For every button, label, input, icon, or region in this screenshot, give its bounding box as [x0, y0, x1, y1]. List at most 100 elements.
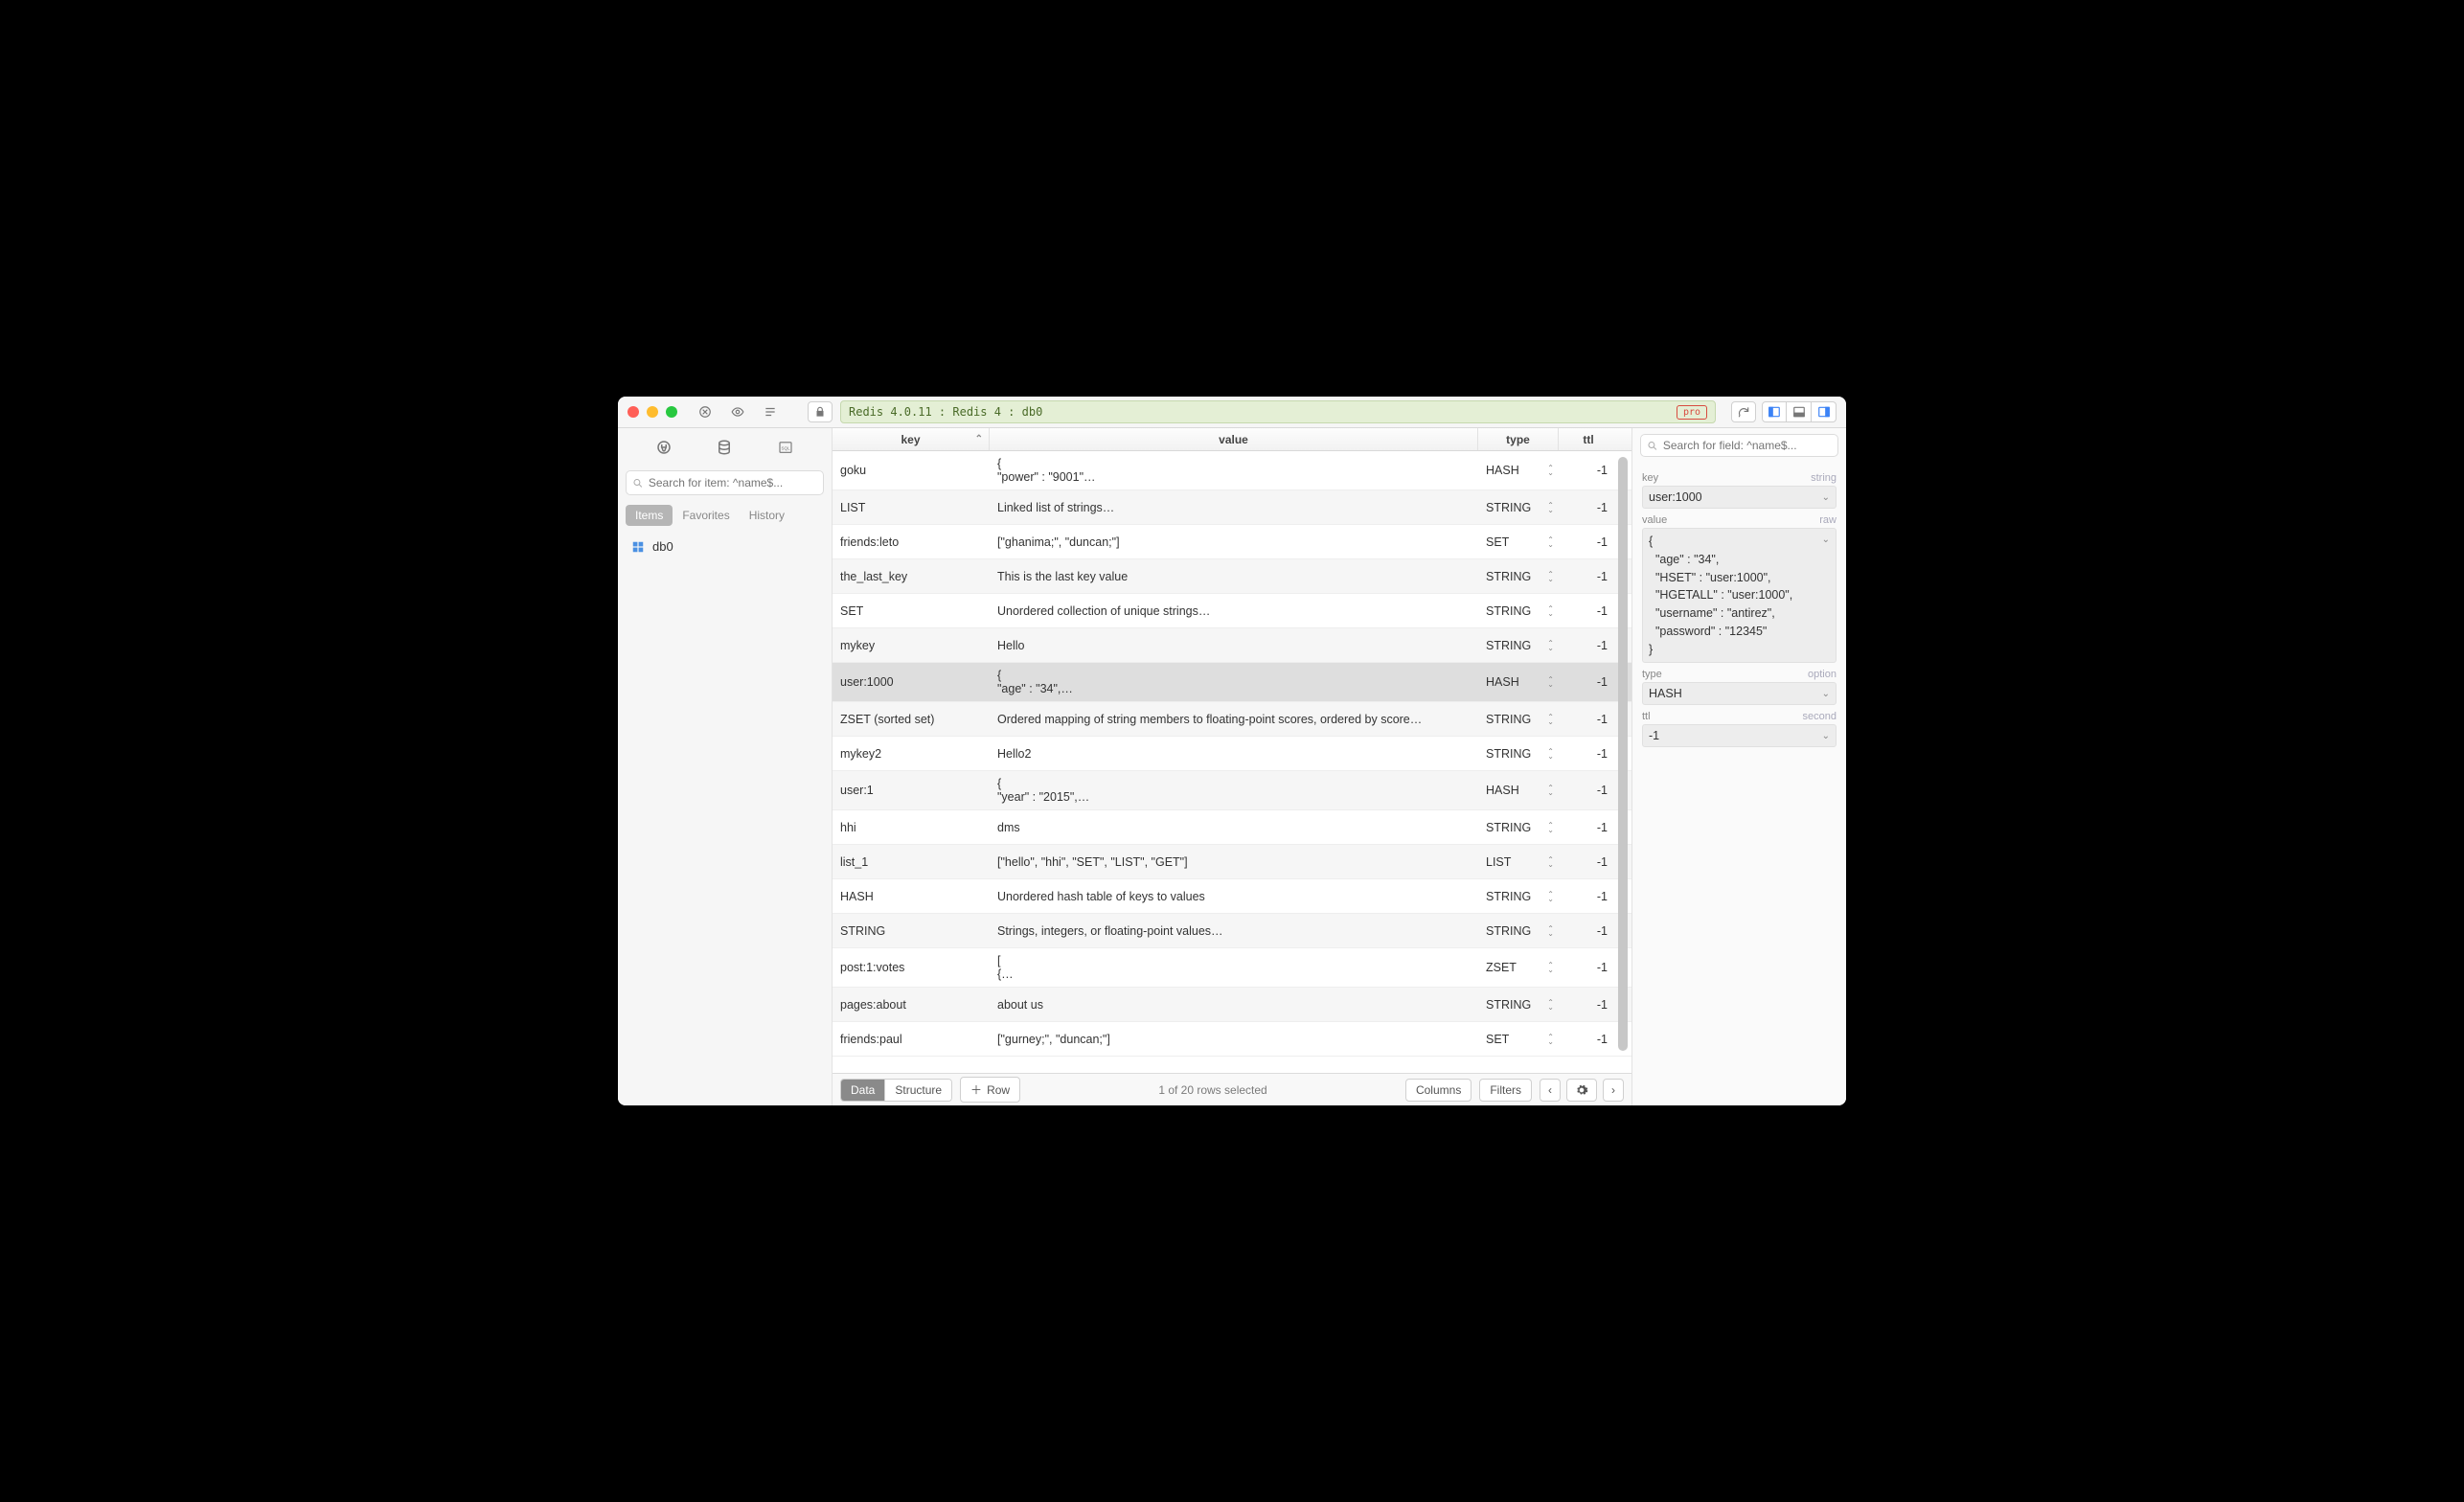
cell-type[interactable]: ZSET [1478, 955, 1559, 980]
table-row[interactable]: mykey2Hello2STRING-1 [833, 737, 1631, 771]
cell-type[interactable]: SET [1478, 1027, 1559, 1052]
stepper-icon[interactable] [1547, 572, 1554, 581]
table-row[interactable]: post:1:votes[ {…ZSET-1 [833, 948, 1631, 988]
connection-breadcrumb[interactable]: Redis 4.0.11 : Redis 4 : db0 pro [840, 400, 1716, 423]
col-ttl[interactable]: ttl [1559, 428, 1618, 450]
cell-type[interactable]: HASH [1478, 778, 1559, 803]
cell-type[interactable]: STRING [1478, 599, 1559, 624]
sql-icon[interactable]: SQL [772, 434, 799, 461]
stepper-icon[interactable] [1547, 503, 1554, 512]
plug-icon[interactable] [650, 434, 677, 461]
stepper-icon[interactable] [1547, 892, 1554, 901]
inspector-key-field[interactable]: user:1000⌄ [1642, 486, 1837, 509]
stepper-icon[interactable] [1547, 1035, 1554, 1044]
cancel-icon[interactable] [693, 401, 718, 422]
table-row[interactable]: ZSET (sorted set)Ordered mapping of stri… [833, 702, 1631, 737]
stepper-icon[interactable] [1547, 785, 1554, 795]
settings-gear-button[interactable] [1566, 1079, 1597, 1102]
refresh-button[interactable] [1731, 401, 1756, 422]
table-row[interactable]: the_last_keyThis is the last key valueST… [833, 559, 1631, 594]
database-icon[interactable] [711, 434, 738, 461]
sidebar-tabs: Items Favorites History [618, 499, 832, 532]
stepper-icon[interactable] [1547, 715, 1554, 724]
stepper-icon[interactable] [1547, 823, 1554, 832]
filters-button[interactable]: Filters [1479, 1079, 1532, 1102]
scrollbar-track[interactable] [1616, 451, 1630, 1073]
cell-ttl: -1 [1559, 850, 1618, 875]
sidebar-search[interactable] [626, 470, 824, 495]
tab-history[interactable]: History [740, 505, 794, 526]
cell-type[interactable]: SET [1478, 530, 1559, 555]
stepper-icon[interactable] [1547, 641, 1554, 650]
chevron-down-icon: ⌄ [1822, 533, 1830, 547]
table-row[interactable]: SETUnordered collection of unique string… [833, 594, 1631, 628]
table-body: goku{ "power" : "9001"…HASH-1LISTLinked … [833, 451, 1631, 1073]
cell-type[interactable]: STRING [1478, 707, 1559, 732]
cell-type[interactable]: STRING [1478, 564, 1559, 589]
columns-button[interactable]: Columns [1405, 1079, 1472, 1102]
cell-ttl: -1 [1559, 495, 1618, 520]
scrollbar-thumb[interactable] [1618, 457, 1628, 1051]
stepper-icon[interactable] [1547, 926, 1554, 936]
cell-type[interactable]: HASH [1478, 458, 1559, 483]
cell-type[interactable]: STRING [1478, 815, 1559, 840]
table-row[interactable]: user:1{ "year" : "2015",…HASH-1 [833, 771, 1631, 810]
table-row[interactable]: hhidmsSTRING-1 [833, 810, 1631, 845]
sidebar-search-input[interactable] [649, 476, 817, 489]
minimize-window-button[interactable] [647, 406, 658, 418]
cell-ttl: -1 [1559, 633, 1618, 658]
table-row[interactable]: friends:paul["gurney;", "duncan;"]SET-1 [833, 1022, 1631, 1057]
table-row[interactable]: mykeyHelloSTRING-1 [833, 628, 1631, 663]
tab-items[interactable]: Items [626, 505, 673, 526]
inspector-type-field[interactable]: HASH⌄ [1642, 682, 1837, 705]
stepper-icon[interactable] [1547, 537, 1554, 547]
stepper-icon[interactable] [1547, 1000, 1554, 1010]
cell-type[interactable]: STRING [1478, 919, 1559, 944]
table-row[interactable]: HASHUnordered hash table of keys to valu… [833, 879, 1631, 914]
lock-icon[interactable] [808, 401, 833, 422]
col-key[interactable]: key⌃ [833, 428, 990, 450]
table-row[interactable]: goku{ "power" : "9001"…HASH-1 [833, 451, 1631, 490]
table-row[interactable]: user:1000{ "age" : "34",…HASH-1 [833, 663, 1631, 702]
maximize-window-button[interactable] [666, 406, 677, 418]
stepper-icon[interactable] [1547, 857, 1554, 867]
table-row[interactable]: STRINGStrings, integers, or floating-poi… [833, 914, 1631, 948]
stepper-icon[interactable] [1547, 677, 1554, 687]
eye-icon[interactable] [725, 401, 750, 422]
right-panel-toggle[interactable] [1812, 401, 1837, 422]
cell-type[interactable]: LIST [1478, 850, 1559, 875]
stepper-icon[interactable] [1547, 466, 1554, 475]
tab-favorites[interactable]: Favorites [673, 505, 739, 526]
stepper-icon[interactable] [1547, 963, 1554, 972]
table-row[interactable]: friends:leto["ghanima;", "duncan;"]SET-1 [833, 525, 1631, 559]
stepper-icon[interactable] [1547, 606, 1554, 616]
sidebar-item-db0[interactable]: db0 [626, 535, 824, 558]
close-window-button[interactable] [627, 406, 639, 418]
left-panel-toggle[interactable] [1762, 401, 1787, 422]
cell-type[interactable]: HASH [1478, 670, 1559, 694]
sidebar: SQL Items Favorites History db0 [618, 428, 833, 1105]
cell-type[interactable]: STRING [1478, 992, 1559, 1017]
cell-type[interactable]: STRING [1478, 884, 1559, 909]
table-row[interactable]: list_1["hello", "hhi", "SET", "LIST", "G… [833, 845, 1631, 879]
table-row[interactable]: pages:aboutabout usSTRING-1 [833, 988, 1631, 1022]
cell-type[interactable]: STRING [1478, 495, 1559, 520]
prev-page-button[interactable]: ‹ [1540, 1079, 1561, 1102]
col-value[interactable]: value [990, 428, 1478, 450]
inspector-search[interactable] [1640, 434, 1838, 457]
col-type[interactable]: type [1478, 428, 1559, 450]
tab-structure[interactable]: Structure [884, 1080, 951, 1101]
bottom-panel-toggle[interactable] [1787, 401, 1812, 422]
list-icon[interactable] [758, 401, 783, 422]
table-row[interactable]: LISTLinked list of strings…STRING-1 [833, 490, 1631, 525]
inspector-ttl-field[interactable]: -1⌄ [1642, 724, 1837, 747]
inspector-search-input[interactable] [1663, 439, 1832, 452]
add-row-button[interactable]: ＋ Row [960, 1077, 1020, 1103]
cell-type[interactable]: STRING [1478, 741, 1559, 766]
cell-value: Hello [990, 633, 1478, 658]
inspector-value-field[interactable]: { "age" : "34", "HSET" : "user:1000", "H… [1642, 528, 1837, 663]
tab-data[interactable]: Data [841, 1080, 884, 1101]
cell-type[interactable]: STRING [1478, 633, 1559, 658]
next-page-button[interactable]: › [1603, 1079, 1624, 1102]
stepper-icon[interactable] [1547, 749, 1554, 759]
